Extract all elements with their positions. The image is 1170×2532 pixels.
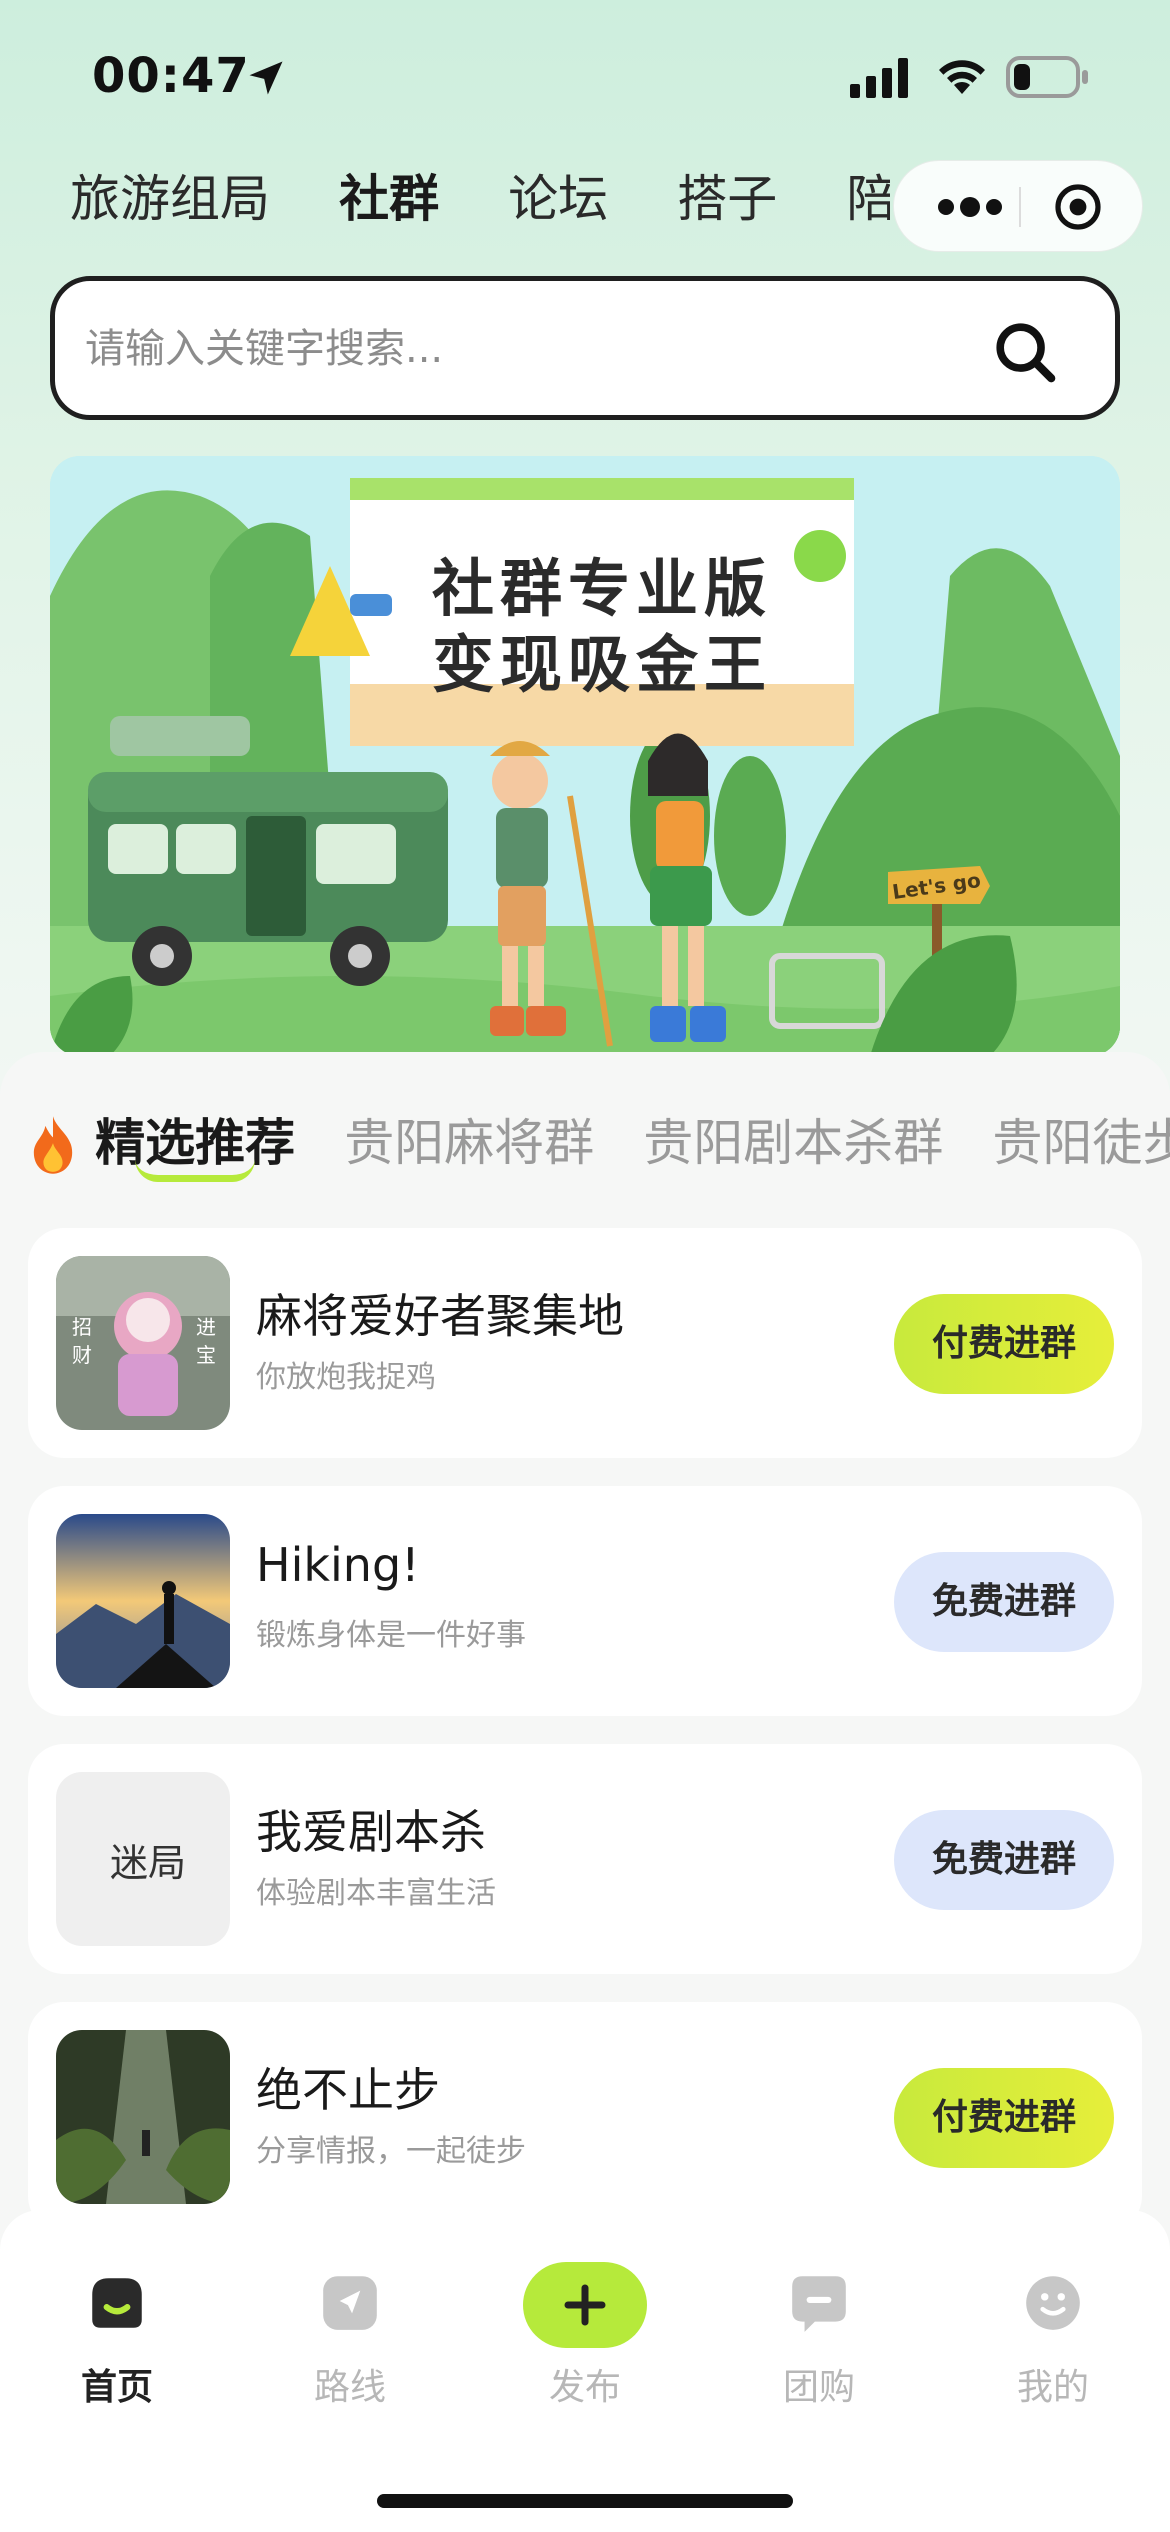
app-screen: 00:47 旅游组局 社群 论坛 搭子 陪玩: [0, 0, 1170, 2532]
group-description: 体验剧本丰富生活: [256, 1876, 496, 1911]
profile-icon: [1026, 2276, 1080, 2330]
tab-buddy[interactable]: 搭子: [677, 164, 777, 244]
svg-text:招: 招: [72, 1315, 92, 1339]
search-input[interactable]: [85, 309, 985, 389]
status-bar: 00:47: [0, 0, 1170, 150]
top-tab-bar: 旅游组局 社群 论坛 搭子 陪玩: [70, 164, 890, 244]
promo-banner[interactable]: 社群专业版 变现吸金王 Let's go: [50, 456, 1120, 1056]
group-card[interactable]: Hiking! 锻炼身体是一件好事 免费进群: [28, 1486, 1142, 1716]
nav-profile[interactable]: 我的: [973, 2240, 1133, 2410]
join-free-button[interactable]: 免费进群: [894, 1810, 1114, 1910]
mini-program-capsule: [893, 160, 1143, 252]
wifi-icon: [939, 60, 985, 94]
plus-icon: [564, 2284, 606, 2326]
tab-companion[interactable]: 陪玩: [846, 164, 890, 244]
group-name: 绝不止步: [256, 2063, 440, 2117]
home-indicator[interactable]: [377, 2494, 793, 2508]
close-target-icon[interactable]: [1054, 183, 1102, 231]
group-name: 麻将爱好者聚集地: [256, 1289, 624, 1343]
svg-text:迷局: 迷局: [110, 1841, 186, 1885]
group-buy-icon: [792, 2276, 846, 2332]
tab-guiyang-hiking[interactable]: 贵阳徒步群: [992, 1108, 1170, 1178]
group-description: 你放炮我捉鸡: [256, 1360, 436, 1395]
group-card[interactable]: 绝不止步 分享情报，一起徒步 付费进群: [28, 2002, 1142, 2232]
tab-guiyang-script-murder[interactable]: 贵阳剧本杀群: [643, 1108, 943, 1178]
tab-featured[interactable]: 精选推荐: [95, 1108, 295, 1182]
search-icon[interactable]: [990, 317, 1060, 387]
nav-label: 首页: [80, 2367, 153, 2408]
battery-icon: [1006, 56, 1088, 98]
banner-sign: 社群专业版 变现吸金王: [350, 478, 854, 748]
svg-text:进: 进: [196, 1315, 216, 1339]
nav-label: 我的: [1016, 2367, 1089, 2408]
publish-button[interactable]: [523, 2262, 647, 2348]
group-thumbnail: 迷局: [56, 1772, 230, 1946]
nav-label: 发布: [548, 2367, 621, 2408]
nav-label: 团购: [782, 2367, 855, 2408]
nav-label: 路线: [313, 2367, 386, 2408]
group-thumbnail: [56, 2030, 230, 2204]
svg-text:财: 财: [72, 1343, 92, 1367]
nav-group-buy[interactable]: 团购: [739, 2240, 899, 2410]
status-time: 00:47: [92, 48, 250, 104]
tab-community[interactable]: 社群: [333, 164, 446, 244]
group-card[interactable]: 招 财 进 宝 麻将爱好者聚集地 你放炮我捉鸡 付费进群: [28, 1228, 1142, 1458]
nav-route[interactable]: 路线: [270, 2240, 430, 2410]
banner-title-line2: 变现吸金王: [431, 628, 772, 701]
join-paid-button[interactable]: 付费进群: [894, 1294, 1114, 1394]
route-icon: [323, 2276, 377, 2330]
group-thumbnail: 招 财 进 宝: [56, 1256, 230, 1430]
join-paid-button[interactable]: 付费进群: [894, 2068, 1114, 2168]
tab-forum[interactable]: 论坛: [508, 164, 608, 244]
capsule-divider: [1019, 187, 1021, 227]
category-tab-bar: 精选推荐 贵阳麻将群 贵阳剧本杀群 贵阳徒步群: [30, 1108, 1170, 1198]
fire-icon: [33, 1116, 73, 1174]
group-name: Hiking!: [256, 1538, 420, 1592]
search-bar: [50, 276, 1120, 420]
tab-guiyang-mahjong[interactable]: 贵阳麻将群: [344, 1108, 594, 1178]
cellular-signal-icon: [850, 58, 908, 98]
join-free-button[interactable]: 免费进群: [894, 1552, 1114, 1652]
group-list: 招 财 进 宝 麻将爱好者聚集地 你放炮我捉鸡 付费进群 Hiking! 锻炼身…: [28, 1228, 1142, 2260]
nav-home[interactable]: 首页: [37, 2240, 197, 2410]
home-icon: [92, 2278, 142, 2328]
location-arrow-icon: [249, 61, 283, 95]
nav-publish[interactable]: 发布: [505, 2240, 665, 2410]
group-description: 锻炼身体是一件好事: [256, 1618, 526, 1653]
group-thumbnail: [56, 1514, 230, 1688]
more-options-icon[interactable]: [930, 185, 1010, 229]
tab-travel-meetup[interactable]: 旅游组局: [70, 164, 270, 244]
svg-text:宝: 宝: [196, 1343, 216, 1367]
group-description: 分享情报，一起徒步: [256, 2134, 526, 2169]
group-card[interactable]: 迷局 我爱剧本杀 体验剧本丰富生活 免费进群: [28, 1744, 1142, 1974]
group-name: 我爱剧本杀: [256, 1805, 486, 1859]
bottom-nav: 首页 路线 发布 团购 我的: [0, 2210, 1170, 2532]
